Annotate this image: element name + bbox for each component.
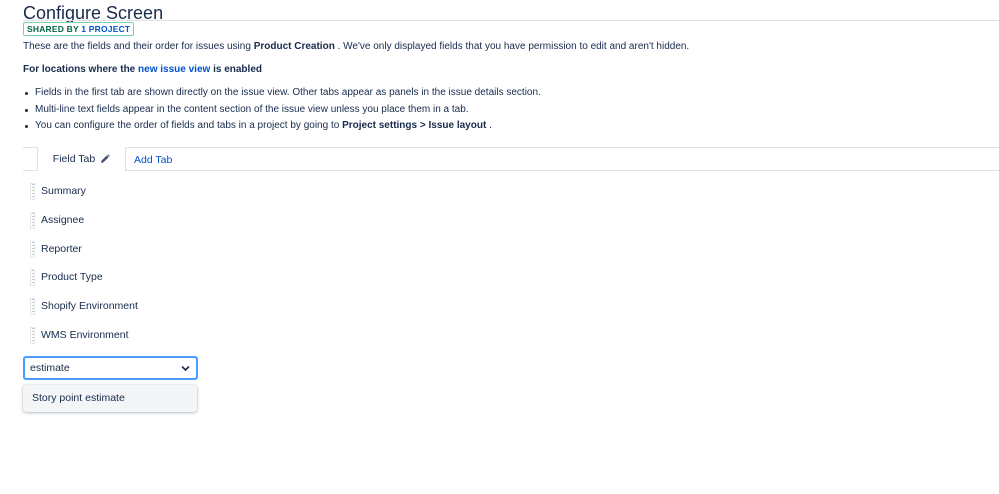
grip-icon[interactable] bbox=[30, 268, 35, 286]
add-tab-link[interactable]: Add Tab bbox=[134, 154, 172, 166]
tab-field-tab[interactable]: Field Tab bbox=[37, 147, 126, 171]
tab-label: Field Tab bbox=[52, 153, 96, 165]
field-row-shopify-environment[interactable]: Shopify Environment bbox=[30, 297, 138, 315]
screen-description: These are the fields and their order for… bbox=[23, 41, 689, 52]
shared-badge-count: 1 PROJECT bbox=[81, 24, 131, 34]
field-label: Summary bbox=[41, 185, 86, 197]
field-label: Reporter bbox=[41, 243, 82, 255]
tabs-bottom-divider bbox=[23, 170, 999, 171]
add-field-input[interactable]: estimate bbox=[30, 362, 70, 374]
pencil-icon[interactable] bbox=[100, 154, 111, 164]
field-row-assignee[interactable]: Assignee bbox=[30, 211, 84, 229]
description-before: These are the fields and their order for… bbox=[23, 41, 251, 52]
grip-icon[interactable] bbox=[30, 326, 35, 344]
grip-icon[interactable] bbox=[30, 240, 35, 258]
bullet-configure-before: You can configure the order of fields an… bbox=[35, 120, 340, 131]
field-label: Product Type bbox=[41, 271, 103, 283]
field-label: WMS Environment bbox=[41, 329, 129, 341]
chevron-down-icon[interactable] bbox=[181, 364, 190, 373]
field-label: Assignee bbox=[41, 214, 85, 226]
field-suggestions-dropdown: Story point estimate bbox=[23, 385, 197, 412]
title-divider bbox=[23, 20, 999, 21]
field-row-product-type[interactable]: Product Type bbox=[30, 268, 103, 286]
dropdown-option-story-point-estimate[interactable]: Story point estimate bbox=[32, 392, 125, 404]
info-list: Fields in the first tab are shown direct… bbox=[23, 85, 541, 135]
grip-icon[interactable] bbox=[30, 297, 35, 315]
issue-layout-path: Project settings > Issue layout bbox=[342, 120, 487, 131]
field-row-reporter[interactable]: Reporter bbox=[30, 240, 82, 258]
list-item: Fields in the first tab are shown direct… bbox=[23, 85, 541, 102]
grip-icon[interactable] bbox=[30, 182, 35, 200]
bullet-multiline: Multi-line text fields appear in the con… bbox=[35, 103, 469, 115]
tabs-top-divider bbox=[23, 147, 999, 148]
bullet-first-tab: Fields in the first tab are shown direct… bbox=[35, 87, 541, 98]
locations-heading: For locations where the new issue view i… bbox=[23, 64, 262, 75]
shared-badge-prefix: SHARED BY bbox=[27, 24, 79, 34]
locations-before: For locations where the bbox=[23, 64, 136, 75]
new-issue-view-link[interactable]: new issue view bbox=[138, 64, 210, 75]
description-after: . We've only displayed fields that you h… bbox=[337, 41, 690, 52]
project-name: Product Creation bbox=[253, 41, 335, 52]
shared-badge[interactable]: SHARED BY 1 PROJECT bbox=[23, 22, 135, 36]
locations-after: is enabled bbox=[213, 64, 262, 75]
field-row-wms-environment[interactable]: WMS Environment bbox=[30, 326, 129, 344]
grip-icon[interactable] bbox=[30, 211, 35, 229]
add-field-select[interactable]: estimate bbox=[23, 356, 198, 380]
bullet-configure-after: . bbox=[489, 120, 492, 131]
list-item: Multi-line text fields appear in the con… bbox=[23, 102, 541, 119]
field-label: Shopify Environment bbox=[41, 300, 138, 312]
list-item: You can configure the order of fields an… bbox=[23, 118, 541, 135]
field-row-summary[interactable]: Summary bbox=[30, 182, 86, 200]
